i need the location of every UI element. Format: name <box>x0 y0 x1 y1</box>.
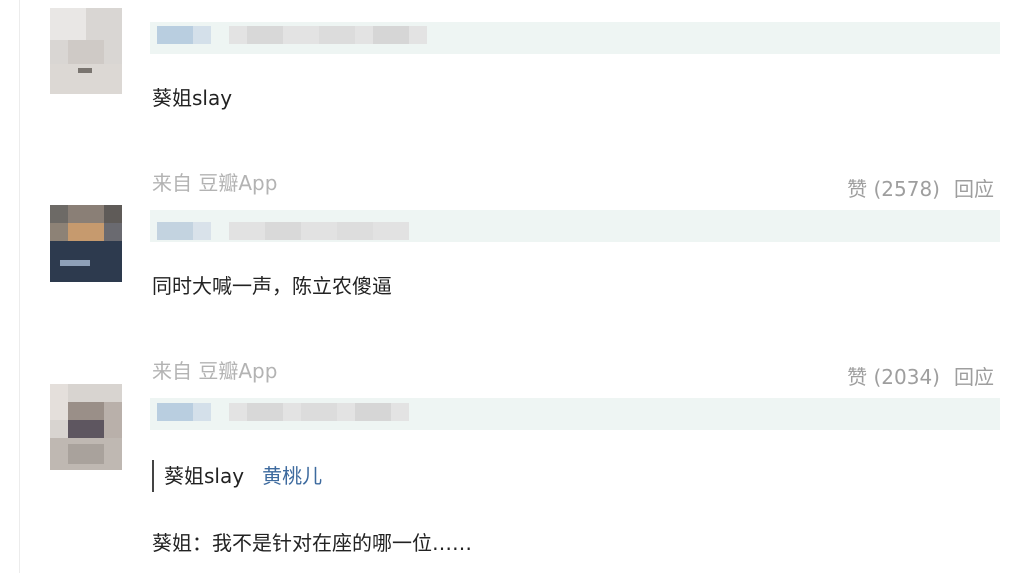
comment-text: 葵姐：我不是针对在座的哪一位…… <box>152 531 472 555</box>
left-divider <box>19 0 20 573</box>
comment-text: 葵姐slay <box>152 86 233 110</box>
quoted-author-link[interactable]: 黄桃儿 <box>262 464 322 488</box>
username-blurred[interactable] <box>157 222 409 240</box>
like-button[interactable]: 赞 (2034) <box>847 365 940 389</box>
reply-button[interactable]: 回应 <box>954 177 994 201</box>
comment-source: 来自 豆瓣App <box>152 171 278 195</box>
reply-button[interactable]: 回应 <box>954 365 994 389</box>
comment-list-page: 葵姐slay 来自 豆瓣App 赞 (2578) 回应 同时大喊一声，陈立农傻逼 <box>0 0 1024 573</box>
username-blurred[interactable] <box>157 403 409 421</box>
avatar[interactable] <box>50 205 122 282</box>
comment-text: 同时大喊一声，陈立农傻逼 <box>152 274 392 298</box>
quoted-reply: 葵姐slay 黄桃儿 <box>152 460 322 492</box>
username-blurred[interactable] <box>157 26 427 44</box>
quoted-text: 葵姐slay <box>164 464 245 488</box>
comment-actions: 赞 (2034) 回应 <box>847 361 994 390</box>
like-button[interactable]: 赞 (2578) <box>847 177 940 201</box>
comment-actions: 赞 (2578) 回应 <box>847 173 994 202</box>
avatar[interactable] <box>50 8 122 94</box>
comment-source: 来自 豆瓣App <box>152 359 278 383</box>
avatar[interactable] <box>50 384 122 470</box>
